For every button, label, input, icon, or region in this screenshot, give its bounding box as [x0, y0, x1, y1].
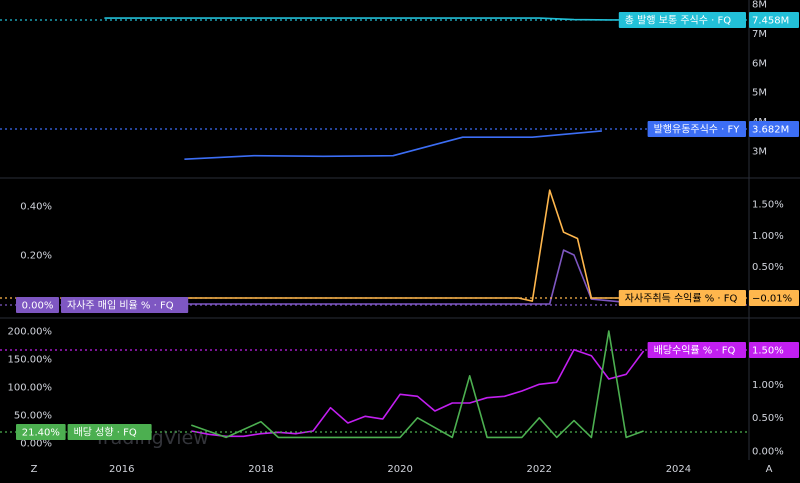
value-tag-text: 0.00%: [22, 301, 54, 312]
left-axis-tick-label: 50.00%: [14, 411, 52, 422]
series-name-tag-text: 자사주취득 수익률 % · FQ: [625, 293, 738, 305]
series-name-tag-text: 자사주 매입 비율 % · FQ: [67, 299, 174, 312]
value-tag-text: 3.682M: [752, 125, 789, 136]
right-axis-tick-label: 0.50%: [752, 262, 784, 273]
x-axis-tick-label: 2018: [248, 464, 273, 475]
right-axis-tick-label: 1.50%: [752, 200, 784, 211]
right-axis-tick-label: 1.00%: [752, 380, 784, 391]
x-axis-tick-label: 2020: [387, 464, 412, 475]
right-axis-tick-label: 8M: [752, 0, 767, 11]
left-axis-tick-label: 150.00%: [8, 355, 53, 366]
left-axis-tick-label: 200.00%: [8, 327, 53, 338]
x-axis-tick-label: 2024: [666, 464, 691, 475]
chart-canvas[interactable]: TradingView 8M7M6M5M4M3M1.50%1.00%0.50%0…: [0, 0, 800, 483]
left-axis-tick-label: 100.00%: [8, 383, 53, 394]
series-name-tag-text: 총 발행 보통 주식수 · FQ: [625, 15, 731, 27]
right-axis-tick-label: 5M: [752, 88, 767, 99]
value-tag-text: −0.01%: [752, 294, 792, 305]
x-axis-tick-label: 2016: [109, 464, 134, 475]
right-axis-tick-label: 6M: [752, 58, 767, 69]
series-name-tag-text: 배당 성향 · FQ: [74, 427, 137, 439]
x-axis-tick-label: 2022: [527, 464, 552, 475]
series-name-tag-text: 발행유동주식수 · FY: [654, 124, 741, 136]
right-axis-tick-label: 0.00%: [752, 447, 784, 458]
value-tag-text: 7.458M: [752, 16, 789, 27]
value-tag-text: 1.50%: [752, 346, 784, 357]
right-axis-tick-label: 7M: [752, 29, 767, 40]
auto-scale-right-button[interactable]: A: [766, 464, 773, 475]
right-axis-tick-label: 3M: [752, 147, 767, 158]
right-axis-tick-label: 0.50%: [752, 413, 784, 424]
left-axis-tick-label: 0.00%: [20, 439, 52, 450]
right-axis-tick-label: 1.00%: [752, 231, 784, 242]
left-axis-tick-label: 0.20%: [20, 251, 52, 262]
value-tag-text: 21.40%: [22, 428, 60, 439]
series-name-tag-text: 배당수익률 % · FQ: [654, 345, 736, 357]
auto-scale-left-button[interactable]: Z: [31, 464, 38, 475]
left-axis-tick-label: 0.40%: [20, 202, 52, 213]
